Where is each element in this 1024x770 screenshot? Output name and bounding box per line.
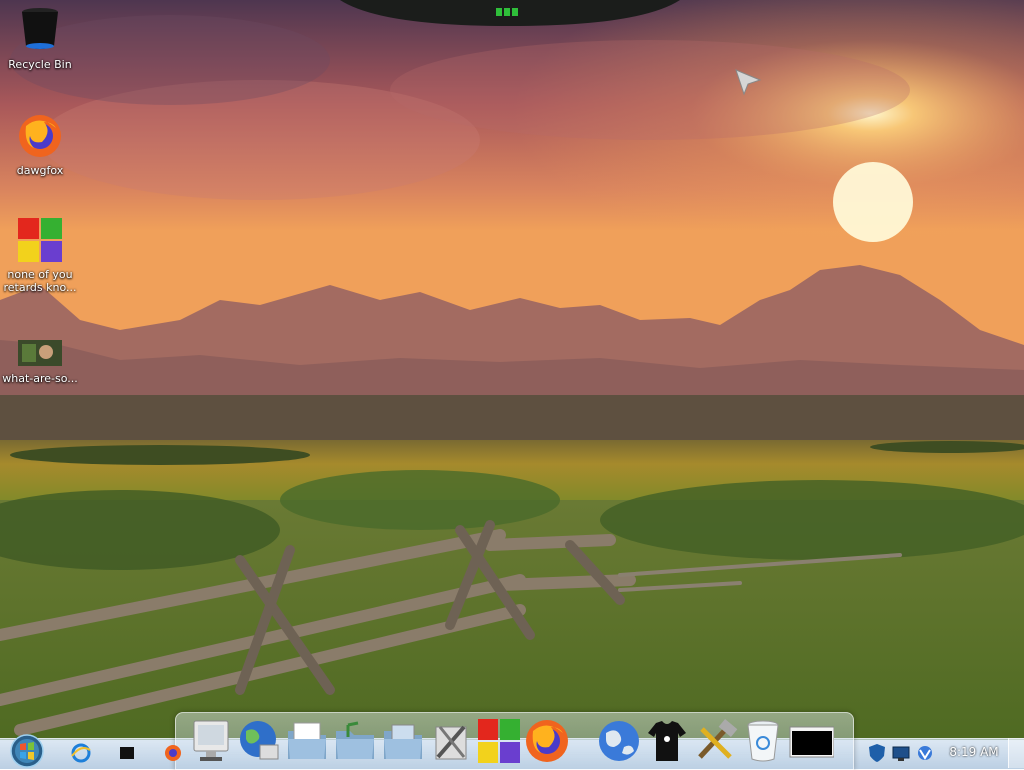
dock-item-tshirt[interactable] [644,717,690,765]
dock-item-documents[interactable] [284,717,330,765]
tshirt-icon [648,721,686,761]
dock-item-recycle-bin[interactable] [740,717,786,765]
app-dock [175,712,854,770]
tools-icon [435,725,467,760]
desktop-icon-label: what-are-so... [2,372,78,385]
tray-monitor[interactable] [890,742,912,764]
dock-item-hammer-wrench[interactable] [692,717,738,765]
music-folder-icon [336,721,374,759]
dock-item-system-monitor[interactable] [188,717,234,765]
desktop-wallpaper [0,0,1024,740]
tray-security-shield[interactable] [866,742,888,764]
pictures-folder-icon [384,724,422,759]
firefox-icon [19,115,61,157]
desktop-icon-label: Recycle Bin [8,58,72,71]
desktop-icon-dawgfox[interactable]: dawgfox [0,112,80,177]
dock-item-firefox[interactable] [524,717,570,765]
dock-item-desktop[interactable] [788,717,834,765]
top-notch-widget[interactable] [340,0,680,28]
quick-launch-firefox[interactable] [162,742,184,764]
desktop-icon-windows-logo[interactable]: none of you retards kno... [0,216,80,294]
tray-network[interactable] [914,742,936,764]
start-button[interactable] [8,734,46,768]
dock-item-internet[interactable] [596,717,642,765]
windows-logo-icon [18,218,62,262]
dock-item-network[interactable] [236,717,282,765]
hammer-wrench-icon [698,719,738,759]
dock-item-music[interactable] [332,717,378,765]
dock-item-pictures[interactable] [380,717,426,765]
dock-item-windows[interactable] [476,717,522,765]
network-globe-icon [240,721,279,760]
quick-launch-black-box[interactable] [116,742,138,764]
desktop-icon-label: dawgfox [16,164,64,177]
firefox-icon [526,720,568,762]
internet-globe-icon [599,721,639,761]
desktop-icon-label: none of you retards kno... [3,268,77,294]
quick-launch-internet-explorer[interactable] [70,742,92,764]
desktop-screen-icon [789,726,834,758]
show-desktop-button[interactable] [1008,738,1024,768]
taskbar-clock[interactable]: 8:19 AM [945,745,1003,759]
system-monitor-icon [193,720,229,761]
dock-item-tools[interactable] [428,717,474,765]
desktop-icon-recycle-bin[interactable]: Recycle Bin [0,6,80,71]
windows-logo-icon [478,719,520,763]
desktop-icon-image-file[interactable]: what-are-so... [0,338,80,385]
documents-folder-icon [288,722,326,759]
recycle-bin-icon [22,8,58,49]
recycle-bin-icon [747,720,779,762]
image-thumbnail-icon [18,340,62,366]
